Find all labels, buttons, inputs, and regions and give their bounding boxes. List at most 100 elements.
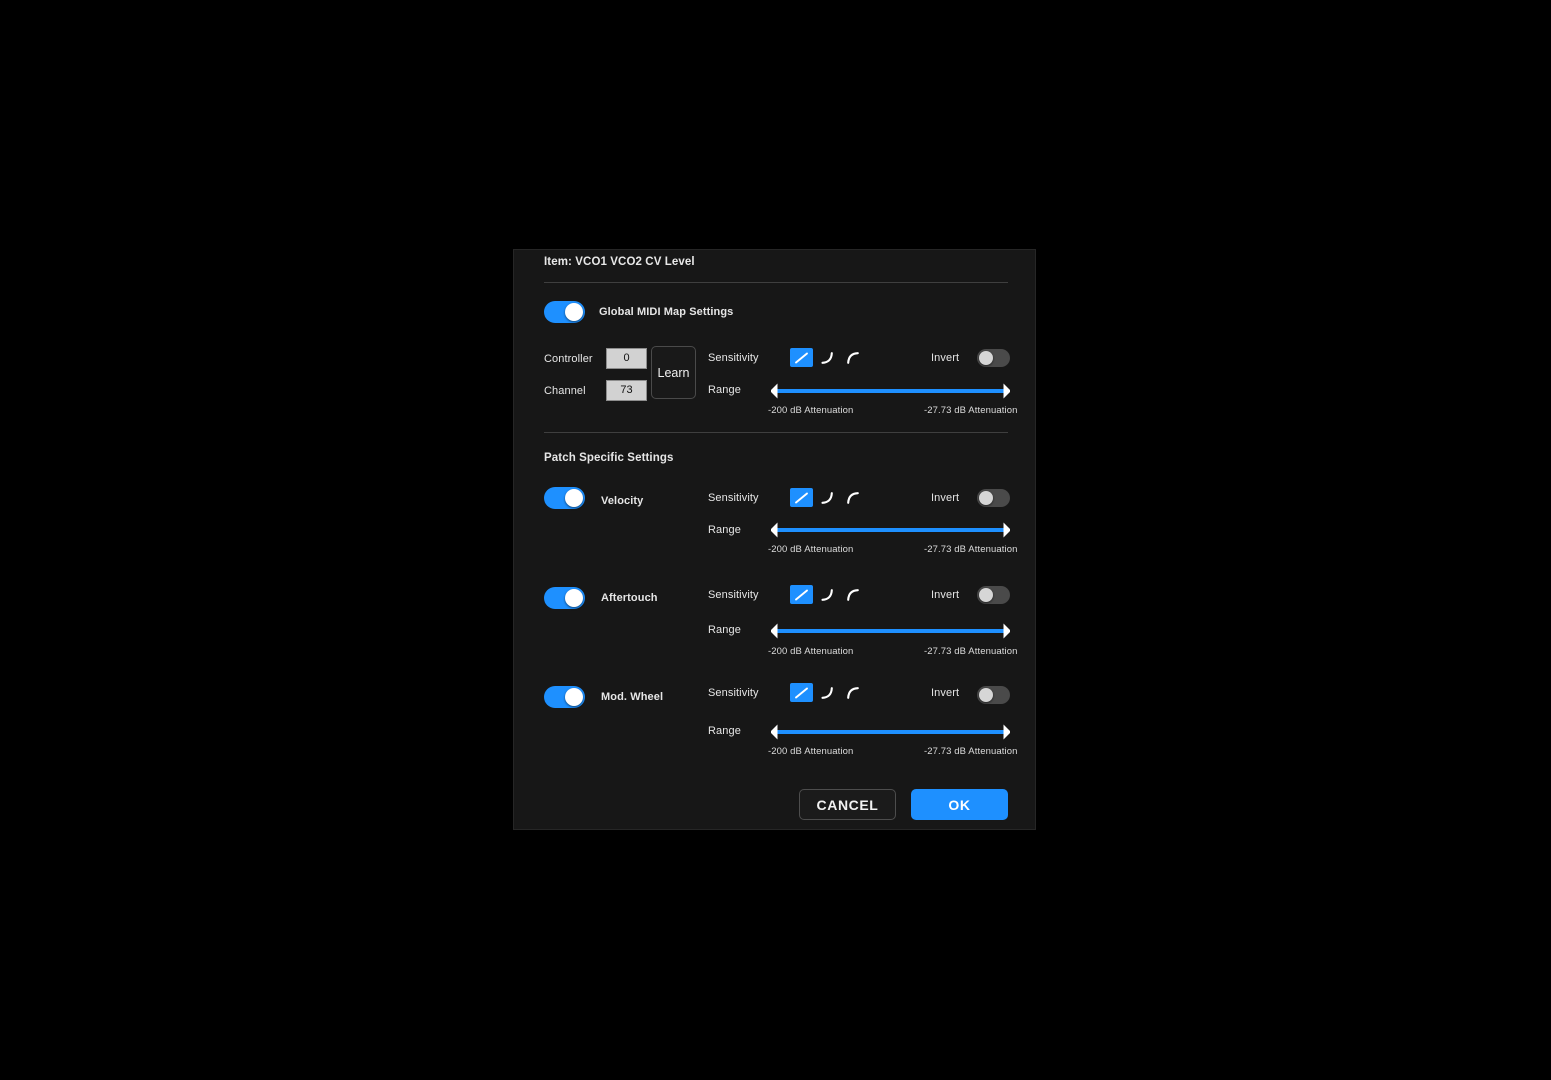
- toggle-knob: [565, 589, 583, 607]
- velocity-range-min-label: -200 dB Attenuation: [768, 544, 853, 555]
- exponential-curve-icon: [819, 686, 836, 700]
- aftertouch-sensitivity-label: Sensitivity: [708, 589, 759, 601]
- sensitivity-logarithmic-button[interactable]: [842, 348, 865, 367]
- velocity-sensitivity-exponential-button[interactable]: [816, 488, 839, 507]
- mod-wheel-range-max-label: -27.73 dB Attenuation: [924, 746, 1017, 757]
- toggle-knob: [979, 351, 993, 365]
- cancel-button[interactable]: CANCEL: [799, 789, 896, 820]
- aftertouch-range-slider[interactable]: [769, 623, 1012, 639]
- velocity-sensitivity-logarithmic-button[interactable]: [842, 488, 865, 507]
- velocity-invert-label: Invert: [931, 492, 959, 504]
- toggle-knob: [979, 491, 993, 505]
- left-handle-icon: [769, 522, 778, 538]
- global-range-max-label: -27.73 dB Attenuation: [924, 405, 1017, 416]
- range-max-handle[interactable]: [1003, 623, 1012, 639]
- range-max-handle[interactable]: [1003, 522, 1012, 538]
- logarithmic-curve-icon: [845, 588, 862, 602]
- aftertouch-label: Aftertouch: [601, 592, 658, 604]
- logarithmic-curve-icon: [845, 351, 862, 365]
- global-invert-label: Invert: [931, 352, 959, 364]
- exponential-curve-icon: [819, 351, 836, 365]
- aftertouch-range-label: Range: [708, 624, 741, 636]
- toggle-knob: [565, 688, 583, 706]
- patch-specific-heading: Patch Specific Settings: [544, 452, 673, 464]
- right-handle-icon: [1003, 522, 1012, 538]
- toggle-knob: [565, 303, 583, 321]
- left-handle-icon: [769, 383, 778, 399]
- global-midi-map-label: Global MIDI Map Settings: [599, 306, 733, 318]
- mod-wheel-range-slider[interactable]: [769, 724, 1012, 740]
- mod-wheel-sensitivity-linear-button[interactable]: [790, 683, 813, 702]
- logarithmic-curve-icon: [845, 491, 862, 505]
- aftertouch-toggle[interactable]: [544, 587, 585, 609]
- midi-map-settings-dialog: Item: VCO1 VCO2 CV Level Global MIDI Map…: [513, 249, 1036, 830]
- mod-wheel-label: Mod. Wheel: [601, 691, 663, 703]
- range-max-handle[interactable]: [1003, 724, 1012, 740]
- mod-wheel-toggle[interactable]: [544, 686, 585, 708]
- range-min-handle[interactable]: [769, 383, 778, 399]
- range-min-handle[interactable]: [769, 724, 778, 740]
- mod-wheel-invert-toggle[interactable]: [977, 686, 1010, 704]
- linear-curve-icon: [793, 491, 810, 505]
- toggle-knob: [979, 588, 993, 602]
- linear-curve-icon: [793, 588, 810, 602]
- range-max-handle[interactable]: [1003, 383, 1012, 399]
- velocity-range-label: Range: [708, 524, 741, 536]
- mod-wheel-sensitivity-label: Sensitivity: [708, 687, 759, 699]
- range-track: [775, 629, 1006, 633]
- aftertouch-sensitivity-linear-button[interactable]: [790, 585, 813, 604]
- screen-background: Item: VCO1 VCO2 CV Level Global MIDI Map…: [0, 0, 1551, 1080]
- learn-button[interactable]: Learn: [651, 346, 696, 399]
- global-range-label: Range: [708, 384, 741, 396]
- mod-wheel-range-min-label: -200 dB Attenuation: [768, 746, 853, 757]
- controller-input[interactable]: 0: [606, 348, 647, 369]
- channel-input[interactable]: 73: [606, 380, 647, 401]
- range-min-handle[interactable]: [769, 623, 778, 639]
- aftertouch-range-min-label: -200 dB Attenuation: [768, 646, 853, 657]
- range-track: [775, 730, 1006, 734]
- exponential-curve-icon: [819, 491, 836, 505]
- toggle-knob: [979, 688, 993, 702]
- logarithmic-curve-icon: [845, 686, 862, 700]
- dialog-title: Item: VCO1 VCO2 CV Level: [544, 256, 695, 268]
- divider-top: [544, 282, 1008, 283]
- channel-label: Channel: [544, 385, 586, 397]
- divider-middle: [544, 432, 1008, 433]
- right-handle-icon: [1003, 383, 1012, 399]
- velocity-range-max-label: -27.73 dB Attenuation: [924, 544, 1017, 555]
- velocity-sensitivity-linear-button[interactable]: [790, 488, 813, 507]
- right-handle-icon: [1003, 623, 1012, 639]
- aftertouch-invert-toggle[interactable]: [977, 586, 1010, 604]
- range-track: [775, 389, 1006, 393]
- global-sensitivity-label: Sensitivity: [708, 352, 759, 364]
- sensitivity-linear-button[interactable]: [790, 348, 813, 367]
- range-min-handle[interactable]: [769, 522, 778, 538]
- mod-wheel-range-label: Range: [708, 725, 741, 737]
- velocity-toggle[interactable]: [544, 487, 585, 509]
- velocity-invert-toggle[interactable]: [977, 489, 1010, 507]
- global-midi-map-toggle[interactable]: [544, 301, 585, 323]
- global-invert-toggle[interactable]: [977, 349, 1010, 367]
- global-range-min-label: -200 dB Attenuation: [768, 405, 853, 416]
- aftertouch-range-max-label: -27.73 dB Attenuation: [924, 646, 1017, 657]
- left-handle-icon: [769, 623, 778, 639]
- mod-wheel-invert-label: Invert: [931, 687, 959, 699]
- controller-label: Controller: [544, 353, 593, 365]
- velocity-range-slider[interactable]: [769, 522, 1012, 538]
- aftertouch-sensitivity-logarithmic-button[interactable]: [842, 585, 865, 604]
- velocity-sensitivity-label: Sensitivity: [708, 492, 759, 504]
- left-handle-icon: [769, 724, 778, 740]
- linear-curve-icon: [793, 351, 810, 365]
- global-range-slider[interactable]: [769, 383, 1012, 399]
- sensitivity-exponential-button[interactable]: [816, 348, 839, 367]
- mod-wheel-sensitivity-exponential-button[interactable]: [816, 683, 839, 702]
- exponential-curve-icon: [819, 588, 836, 602]
- toggle-knob: [565, 489, 583, 507]
- ok-button[interactable]: OK: [911, 789, 1008, 820]
- range-track: [775, 528, 1006, 532]
- linear-curve-icon: [793, 686, 810, 700]
- aftertouch-invert-label: Invert: [931, 589, 959, 601]
- aftertouch-sensitivity-exponential-button[interactable]: [816, 585, 839, 604]
- mod-wheel-sensitivity-logarithmic-button[interactable]: [842, 683, 865, 702]
- right-handle-icon: [1003, 724, 1012, 740]
